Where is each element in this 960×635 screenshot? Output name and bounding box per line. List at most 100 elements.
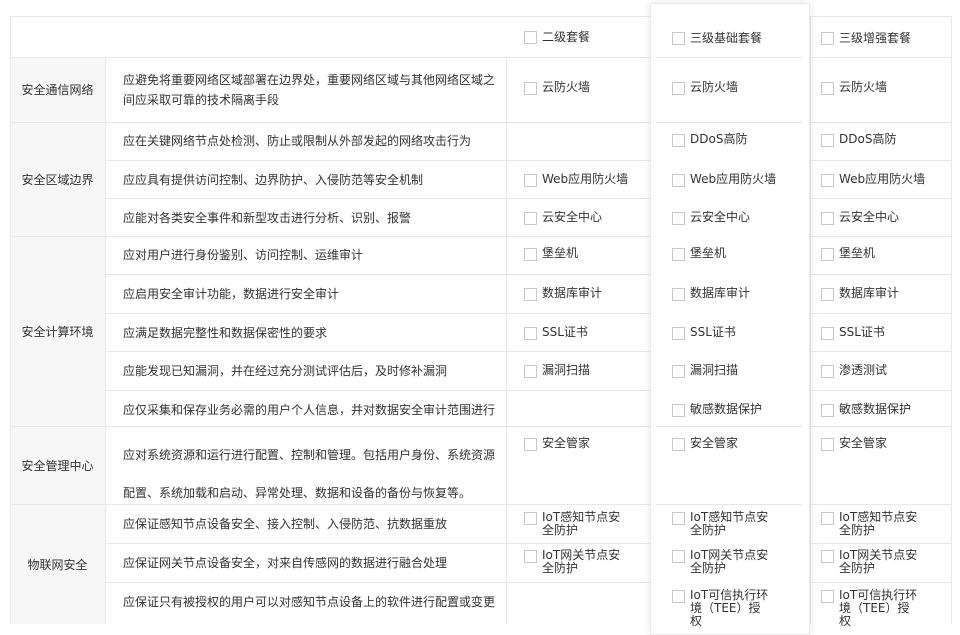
checkbox[interactable] bbox=[672, 327, 685, 340]
checkbox[interactable] bbox=[672, 134, 685, 147]
product-option[interactable]: 敏感数据保护 bbox=[821, 403, 946, 417]
checkbox[interactable] bbox=[524, 30, 537, 44]
product-option[interactable]: 安全管家 bbox=[672, 437, 797, 451]
requirement-text: 应应具有提供访问控制、边界防护、入侵防范等安全机制 bbox=[123, 173, 424, 187]
product-option[interactable]: 漏洞扫描 bbox=[524, 364, 634, 378]
checkbox[interactable] bbox=[672, 288, 685, 301]
checkbox[interactable] bbox=[821, 248, 834, 261]
product-option[interactable]: 数据库审计 bbox=[821, 287, 946, 301]
product-option[interactable]: 堡垒机 bbox=[672, 247, 797, 261]
plan-option-1[interactable]: 二级套餐 bbox=[524, 28, 590, 45]
checkbox[interactable] bbox=[672, 248, 685, 261]
checkbox[interactable] bbox=[672, 512, 685, 525]
product-option[interactable]: IoT网关节点安全防护 bbox=[821, 549, 921, 575]
checkbox[interactable] bbox=[524, 550, 537, 563]
plan-option-3[interactable]: 三级增强套餐 bbox=[821, 29, 911, 46]
checkbox[interactable] bbox=[672, 212, 685, 225]
product-option[interactable]: IoT可信执行环境（TEE）授权 bbox=[672, 589, 772, 628]
product-option[interactable]: DDoS高防 bbox=[821, 133, 946, 147]
product-option[interactable]: IoT网关节点安全防护 bbox=[672, 549, 772, 575]
row-divider bbox=[105, 351, 952, 352]
requirement-text: 应满足数据完整性和数据保密性的要求 bbox=[123, 326, 328, 340]
checkbox[interactable] bbox=[672, 438, 685, 451]
checkbox[interactable] bbox=[821, 550, 834, 563]
checkbox[interactable] bbox=[672, 404, 685, 417]
product-option[interactable]: 云安全中心 bbox=[672, 211, 797, 225]
product-option[interactable]: Web应用防火墙 bbox=[672, 173, 797, 187]
product-option[interactable]: 云防火墙 bbox=[524, 81, 634, 95]
product-option[interactable]: 安全管家 bbox=[821, 437, 946, 451]
checkbox[interactable] bbox=[672, 174, 685, 187]
checkbox[interactable] bbox=[821, 512, 834, 525]
product-option[interactable]: IoT感知节点安全防护 bbox=[672, 511, 772, 537]
checkbox[interactable] bbox=[524, 82, 537, 95]
checkbox[interactable] bbox=[821, 365, 834, 378]
checkbox[interactable] bbox=[821, 327, 834, 340]
requirement-text: 应避免将重要网络区域部署在边界处，重要网络区域与其他网络区域之间应采取可靠的技术… bbox=[123, 73, 496, 107]
product-option[interactable]: 云防火墙 bbox=[672, 81, 797, 95]
checkbox[interactable] bbox=[524, 365, 537, 378]
checkbox[interactable] bbox=[672, 365, 685, 378]
product-option[interactable]: SSL证书 bbox=[524, 326, 634, 340]
option-label: 云安全中心 bbox=[690, 210, 751, 224]
option-label: 漏洞扫描 bbox=[690, 363, 739, 377]
checkbox[interactable] bbox=[821, 174, 834, 187]
option-label: 安全管家 bbox=[839, 436, 888, 450]
product-option[interactable]: IoT网关节点安全防护 bbox=[524, 549, 624, 575]
requirement-text: 应能发现已知漏洞，并在经过充分测试评估后，及时修补漏洞 bbox=[123, 364, 448, 378]
checkbox[interactable] bbox=[821, 590, 834, 603]
product-option[interactable]: IoT可信执行环境（TEE）授权 bbox=[821, 589, 921, 628]
product-option[interactable]: SSL证书 bbox=[821, 326, 946, 340]
checkbox[interactable] bbox=[821, 82, 834, 95]
option-label: 数据库审计 bbox=[839, 286, 900, 300]
option-label: 数据库审计 bbox=[690, 286, 751, 300]
checkbox[interactable] bbox=[821, 404, 834, 417]
checkbox[interactable] bbox=[821, 212, 834, 225]
checkbox[interactable] bbox=[672, 590, 685, 603]
requirement-text: 应对用户进行身份鉴别、访问控制、运维审计 bbox=[123, 248, 364, 262]
option-label: IoT感知节点安全防护 bbox=[690, 510, 769, 537]
product-option[interactable]: 堡垒机 bbox=[524, 247, 634, 261]
checkbox[interactable] bbox=[524, 438, 537, 451]
checkbox[interactable] bbox=[821, 438, 834, 451]
checkbox[interactable] bbox=[524, 174, 537, 187]
checkbox[interactable] bbox=[524, 212, 537, 225]
product-option[interactable]: 云安全中心 bbox=[524, 211, 634, 225]
product-option[interactable]: 渗透测试 bbox=[821, 364, 946, 378]
product-option[interactable]: 安全管家 bbox=[524, 437, 634, 451]
product-option[interactable]: IoT感知节点安全防护 bbox=[821, 511, 921, 537]
option-label: 数据库审计 bbox=[542, 286, 603, 300]
checkbox[interactable] bbox=[524, 327, 537, 340]
product-option[interactable]: DDoS高防 bbox=[672, 133, 797, 147]
requirement-text: 应保证感知节点设备安全、接入控制、入侵防范、抗数据重放 bbox=[123, 517, 448, 531]
product-option[interactable]: 敏感数据保护 bbox=[672, 403, 797, 417]
product-option[interactable]: 云安全中心 bbox=[821, 211, 946, 225]
option-label: IoT网关节点安全防护 bbox=[690, 548, 769, 575]
row-divider bbox=[105, 582, 952, 583]
checkbox[interactable] bbox=[524, 288, 537, 301]
checkbox[interactable] bbox=[524, 248, 537, 261]
checkbox[interactable] bbox=[672, 82, 685, 95]
checkbox[interactable] bbox=[524, 512, 537, 525]
product-option[interactable]: 堡垒机 bbox=[821, 247, 946, 261]
product-option[interactable]: 漏洞扫描 bbox=[672, 364, 797, 378]
option-label: IoT可信执行环境（TEE）授权 bbox=[690, 588, 769, 628]
product-option[interactable]: 云防火墙 bbox=[821, 81, 946, 95]
checkbox[interactable] bbox=[821, 134, 834, 147]
checkbox[interactable] bbox=[672, 31, 685, 45]
requirement-text: 应仅采集和保存业务必需的用户个人信息，并对数据安全审计范围进行 bbox=[123, 403, 496, 417]
product-option[interactable]: 数据库审计 bbox=[672, 287, 797, 301]
checkbox[interactable] bbox=[821, 288, 834, 301]
product-option[interactable]: Web应用防火墙 bbox=[821, 173, 946, 187]
table-border-right bbox=[951, 16, 952, 624]
product-option[interactable]: 数据库审计 bbox=[524, 287, 634, 301]
checkbox[interactable] bbox=[821, 31, 834, 45]
product-option[interactable]: Web应用防火墙 bbox=[524, 173, 634, 187]
option-label: 安全管家 bbox=[690, 436, 739, 450]
plan-option-2[interactable]: 三级基础套餐 bbox=[672, 29, 762, 46]
checkbox[interactable] bbox=[672, 550, 685, 563]
category-label: 安全计算环境 bbox=[21, 324, 94, 339]
product-option[interactable]: SSL证书 bbox=[672, 326, 797, 340]
row-divider bbox=[105, 390, 952, 391]
product-option[interactable]: IoT感知节点安全防护 bbox=[524, 511, 624, 537]
